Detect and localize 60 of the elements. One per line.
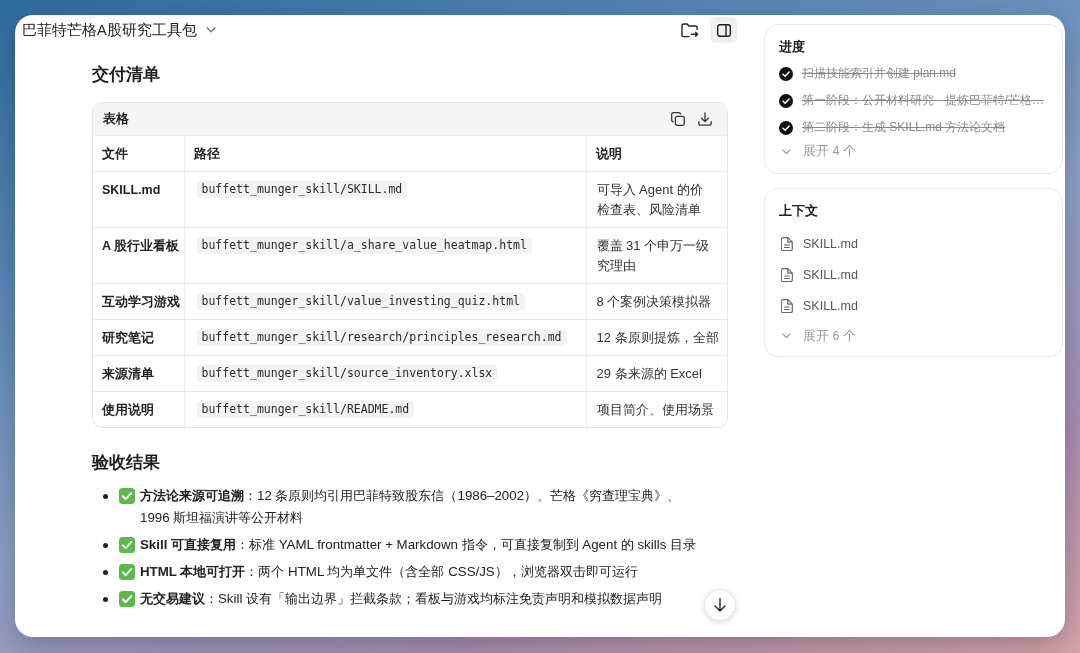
table-cell: 研究笔记	[93, 319, 184, 356]
file-path-code: buffett_munger_skill/SKILL.md	[196, 181, 408, 198]
table-cell: 来源清单	[93, 355, 184, 392]
file-path-code: buffett_munger_skill/research/principles_research.md	[196, 329, 567, 346]
step-text: 第一阶段：公开材料研究 - 提炼巴菲特/芒格…	[802, 92, 1044, 109]
table-cell: 29 条来源的 Excel	[586, 355, 727, 392]
check-box-icon	[119, 488, 135, 504]
file-path-code: buffett_munger_skill/value_investing_quiz.html	[196, 293, 525, 310]
file-path-code: buffett_munger_skill/a_share_value_heatmap.html	[196, 237, 532, 254]
table-cell: 8 个案例决策模拟器	[586, 283, 727, 320]
context-file-item[interactable]: SKILL.md	[779, 259, 858, 290]
section-heading: 验收结果	[92, 452, 161, 474]
table-cell: 使用说明	[93, 391, 184, 427]
chevron-down-icon	[782, 333, 791, 339]
chevron-down-icon	[782, 148, 791, 155]
download-icon	[698, 112, 712, 126]
table-cell: SKILL.md	[93, 171, 184, 228]
check-box-icon	[119, 564, 135, 580]
card-title: 上下文	[779, 203, 819, 220]
column-header: 路径	[184, 135, 586, 172]
bullet-icon	[103, 597, 108, 602]
card-title: 进度	[779, 38, 806, 56]
project-title-button[interactable]: 巴菲特芒格A股研究工具包	[22, 20, 216, 40]
table-cell: 覆盖 31 个申万一级 究理由	[586, 227, 727, 284]
file-icon	[781, 298, 793, 313]
scroll-down-button[interactable]	[704, 589, 736, 621]
copy-button[interactable]	[670, 110, 686, 128]
check-box-icon	[119, 591, 135, 607]
table-cell: A 股行业看板	[93, 227, 184, 284]
arrow-down-icon	[714, 598, 726, 612]
download-button[interactable]	[697, 110, 713, 128]
folder-arrow-icon	[681, 22, 699, 38]
step-text: 第二阶段：生成 SKILL.md 方法论文档	[802, 119, 1006, 136]
file-path-code: buffett_munger_skill/source_inventory.xlsx	[196, 365, 498, 382]
criterion-text: 方法论来源可追溯：12 条原则均引用巴菲特致股东信（1986–2002）、芒格《穷查理宝典》、1996 斯坦福演讲等公开材料	[140, 487, 682, 527]
file-icon	[781, 236, 793, 251]
check-box-icon	[119, 537, 135, 553]
column-header: 文件	[93, 135, 184, 172]
sidebar-icon	[716, 23, 731, 37]
file-path-code: buffett_munger_skill/README.md	[196, 401, 415, 418]
table-cell: 项目简介、使用场景	[586, 391, 727, 427]
bullet-icon	[103, 570, 108, 575]
table-cell: 12 条原则提炼，全部	[586, 319, 727, 356]
bullet-icon	[103, 543, 108, 548]
file-icon	[781, 267, 793, 282]
criterion-text: Skill 可直接复用：标准 YAML frontmatter + Markdown 指令，可直接复制到 Agent 的 skills 目录	[140, 536, 697, 554]
criterion-text: HTML 本地可打开：两个 HTML 均为单文件（含全部 CSS/JS），浏览器双击即可运行	[140, 563, 639, 581]
criterion-text: 无交易建议：Skill 设有「输出边界」拦截条款；看板与游戏均标注免责声明和模拟数据声明	[140, 590, 664, 608]
table-cell: 可导入 Agent 的价 检查表、风险清单	[586, 171, 727, 228]
table-label: 表格	[103, 110, 129, 128]
chevron-down-icon	[205, 27, 216, 33]
section-heading: 交付清单	[92, 64, 161, 86]
table-cell: 互动学习游戏	[93, 283, 184, 320]
copy-icon	[671, 112, 685, 126]
context-file-item[interactable]: SKILL.md	[779, 228, 858, 259]
bullet-icon	[103, 494, 108, 499]
context-file-item[interactable]: SKILL.md	[779, 290, 858, 321]
step-text: 扫描技能索引并创建 plan.md	[802, 65, 957, 82]
column-header: 说明	[586, 135, 727, 172]
sidebar-toggle-button[interactable]	[710, 17, 737, 43]
